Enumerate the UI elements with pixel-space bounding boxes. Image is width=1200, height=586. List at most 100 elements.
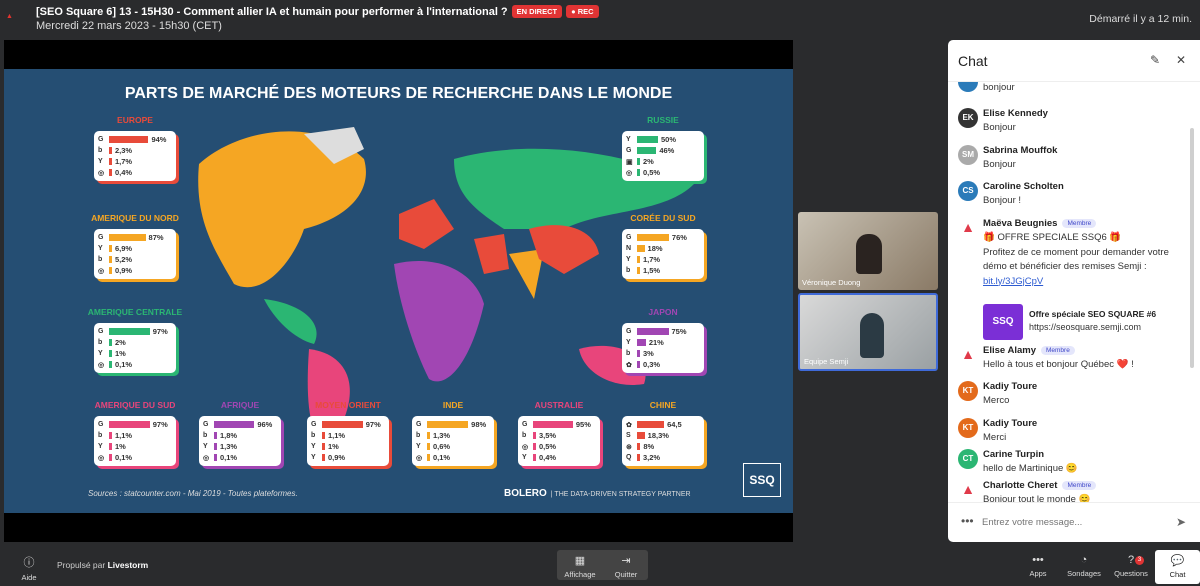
quit-button[interactable]: ⇥ Quitter bbox=[607, 554, 645, 579]
offer-heading: 🎁 OFFRE SPECIALE SSQ6 🎁 bbox=[983, 232, 1122, 243]
engine-icon: N bbox=[626, 245, 632, 252]
region-title: AFRIQUE bbox=[220, 400, 260, 410]
share-row: Y 50% bbox=[626, 134, 700, 145]
share-value: 97% bbox=[152, 327, 168, 336]
share-bar bbox=[109, 256, 112, 263]
share-row: G 95% bbox=[522, 419, 596, 430]
share-value: 21% bbox=[648, 338, 664, 347]
engine-icon: ⊛ bbox=[626, 443, 632, 451]
share-value: 6,9% bbox=[115, 244, 133, 253]
share-bar bbox=[533, 443, 536, 450]
offer-card[interactable]: SSQ Offre spéciale SEO SQUARE #6 https:/… bbox=[983, 304, 1183, 340]
share-value: 95% bbox=[575, 420, 591, 429]
share-row: b 3,5% bbox=[522, 430, 596, 441]
region-title: AMERIQUE CENTRALE bbox=[87, 307, 183, 317]
chat-panel: Chat ✎ ✕ bonjour EK Elise Kennedy Bonjou… bbox=[948, 40, 1200, 542]
video-tile-veronique[interactable]: Véronique Duong bbox=[798, 212, 938, 290]
share-bar bbox=[109, 234, 146, 241]
author-name: Elise Kennedy bbox=[983, 108, 1048, 119]
send-icon[interactable]: ➤ bbox=[1176, 515, 1186, 529]
message-text: Bonjour ! bbox=[983, 195, 1022, 206]
avatar bbox=[958, 82, 978, 92]
chat-scrollbar[interactable] bbox=[1190, 128, 1194, 368]
share-row: Y 1% bbox=[98, 441, 172, 452]
engine-icon: ◎ bbox=[416, 454, 423, 462]
author-name: Elise Alamy Membre bbox=[983, 345, 1075, 356]
author-name: Carine Turpin bbox=[983, 449, 1045, 460]
share-value: 1% bbox=[115, 442, 126, 451]
message-text: 🎁 OFFRE SPECIALE SSQ6 🎁 Profitez de ce mo… bbox=[983, 231, 1188, 289]
share-row: G 76% bbox=[626, 232, 700, 243]
chat-message-input[interactable] bbox=[982, 517, 1162, 528]
share-value: 1,1% bbox=[328, 431, 346, 440]
chat-header: Chat ✎ ✕ bbox=[948, 40, 1200, 82]
share-value: 0,3% bbox=[643, 360, 661, 369]
event-title-text: [SEO Square 6] 13 - 15H30 - Comment alli… bbox=[36, 6, 508, 18]
engine-icon: Y bbox=[203, 443, 208, 450]
polls-button[interactable]: ◔ Sondages bbox=[1064, 554, 1104, 578]
help-button[interactable]: ⓘ Aide bbox=[14, 554, 44, 582]
pin-off-icon[interactable]: ✎ bbox=[1150, 53, 1160, 67]
share-value: 97% bbox=[365, 420, 381, 429]
share-row: G 97% bbox=[98, 326, 172, 337]
share-bar bbox=[109, 267, 112, 274]
share-row: G 96% bbox=[203, 419, 277, 430]
apps-button[interactable]: ••• Apps bbox=[1022, 554, 1054, 578]
share-row: b 3% bbox=[626, 348, 700, 359]
share-bar bbox=[427, 432, 430, 439]
powered-by: Propulsé par Livestorm bbox=[57, 560, 148, 570]
engine-icon: Y bbox=[626, 256, 631, 263]
share-value: 94% bbox=[151, 135, 167, 144]
message-text: Bonjour bbox=[983, 122, 1016, 133]
share-row: b 1,1% bbox=[98, 430, 172, 441]
questions-label: Questions bbox=[1114, 569, 1148, 578]
help-label: Aide bbox=[21, 573, 37, 582]
bolero-tagline: | THE DATA-DRIVEN STRATEGY PARTNER bbox=[550, 491, 691, 498]
livestorm-brand: Livestorm bbox=[107, 560, 149, 570]
share-bar bbox=[637, 454, 640, 461]
offer-link[interactable]: bit.ly/3JGjCpV bbox=[983, 275, 1188, 290]
share-row: S 18,3% bbox=[626, 430, 700, 441]
author-name: Kadiy Toure bbox=[983, 381, 1038, 392]
offer-url: https://seosquare.semji.com bbox=[1029, 322, 1142, 332]
share-value: 0,9% bbox=[328, 453, 346, 462]
region-card: G 98% b 1,3% Y 0,6% ◎ 0,1% bbox=[412, 416, 494, 466]
event-date: Mercredi 22 mars 2023 - 15h30 (CET) bbox=[36, 20, 222, 32]
avatar: KT bbox=[958, 418, 978, 438]
close-icon[interactable]: ✕ bbox=[1176, 53, 1186, 67]
display-button[interactable]: ▦ Affichage bbox=[561, 554, 599, 579]
speaker-silhouette bbox=[856, 234, 882, 274]
bolero-logo: BOLERO | THE DATA-DRIVEN STRATEGY PARTNER bbox=[504, 488, 691, 499]
region-title: CORÉE DU SUD bbox=[630, 213, 696, 223]
avatar: KT bbox=[958, 381, 978, 401]
video-tile-semji[interactable]: Equipe Semji bbox=[798, 293, 938, 371]
slide-title: PARTS DE MARCHÉ DES MOTEURS DE RECHERCHE… bbox=[124, 85, 673, 102]
member-badge: Membre bbox=[1040, 346, 1075, 355]
share-row: ◎ 0,4% bbox=[98, 167, 172, 178]
share-value: 0,5% bbox=[643, 168, 661, 177]
share-bar bbox=[109, 361, 112, 368]
chat-message: KT Kadiy Toure Merco bbox=[958, 381, 1188, 411]
polls-label: Sondages bbox=[1067, 569, 1101, 578]
share-row: b 1,5% bbox=[626, 265, 700, 276]
share-value: 0,1% bbox=[115, 453, 133, 462]
share-bar bbox=[637, 350, 640, 357]
display-icon: ▦ bbox=[574, 555, 586, 567]
share-value: 97% bbox=[152, 420, 168, 429]
engine-icon: G bbox=[98, 234, 104, 241]
more-options-icon[interactable]: ••• bbox=[961, 514, 974, 528]
share-bar bbox=[637, 147, 657, 154]
share-bar bbox=[109, 350, 112, 357]
share-bar bbox=[109, 339, 112, 346]
share-value: 1,7% bbox=[643, 255, 661, 264]
share-bar bbox=[637, 432, 645, 439]
questions-button[interactable]: ? Questions bbox=[1112, 554, 1150, 578]
ssq-logo: SSQ bbox=[743, 463, 781, 497]
message-text: Bonjour tout le monde 😊 bbox=[983, 494, 1091, 502]
share-row: ✿ 0,3% bbox=[626, 359, 700, 370]
share-row: G 94% bbox=[98, 134, 172, 145]
share-row: ▣ 2% bbox=[626, 156, 700, 167]
help-icon: ⓘ bbox=[23, 557, 35, 569]
chat-button[interactable]: 💬 Chat bbox=[1155, 550, 1200, 584]
chat-message: CT Carine Turpin hello de Martinique 😊 bbox=[958, 449, 1188, 479]
